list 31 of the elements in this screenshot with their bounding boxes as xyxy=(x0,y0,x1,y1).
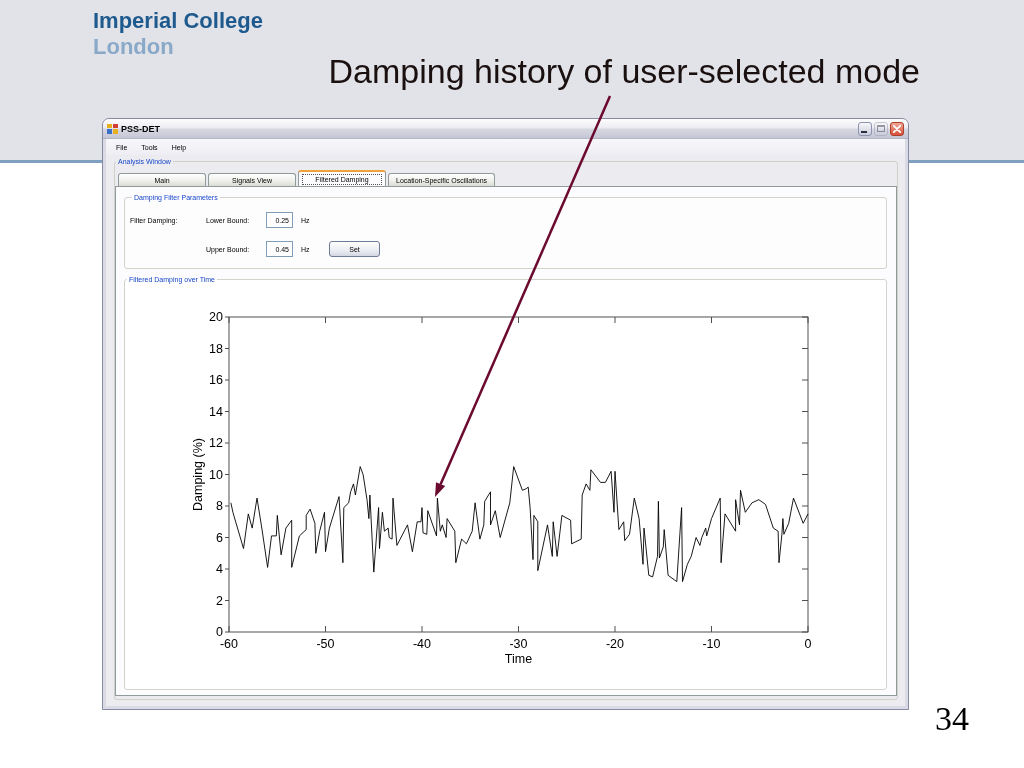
y-tick-label: 0 xyxy=(216,625,223,639)
y-tick-label: 12 xyxy=(209,436,223,450)
y-tick-label: 20 xyxy=(209,310,223,324)
y-tick-label: 16 xyxy=(209,373,223,387)
window-title: PSS-DET xyxy=(121,123,160,134)
app-icon xyxy=(107,123,118,134)
x-tick-label: -20 xyxy=(605,637,625,651)
logo-wordmark: London xyxy=(93,34,174,60)
x-tick-label: -50 xyxy=(316,637,335,651)
y-tick-label: 10 xyxy=(209,467,223,482)
minimize-button[interactable] xyxy=(858,121,872,136)
y-tick-label: 6 xyxy=(216,530,223,545)
y-tick-label: 8 xyxy=(216,499,223,513)
y-axis-title: Damping (%) xyxy=(191,438,205,511)
page-number: 34 xyxy=(935,702,969,736)
close-icon xyxy=(893,124,901,133)
y-tick-label: 18 xyxy=(209,341,223,356)
y-tick-label: 14 xyxy=(209,404,223,419)
slide-title: Damping history of user-selected mode xyxy=(328,52,920,90)
y-tick-label: 4 xyxy=(216,562,223,576)
x-tick-label: -10 xyxy=(702,637,721,651)
x-tick-label: 0 xyxy=(804,637,812,651)
close-button[interactable] xyxy=(890,121,904,136)
x-axis-title: Time xyxy=(504,652,533,666)
maximize-icon xyxy=(877,125,885,132)
x-tick-label: -40 xyxy=(412,637,432,651)
y-tick-label: 2 xyxy=(216,593,223,608)
minimize-icon xyxy=(861,130,867,133)
logo-wordmark: Imperial College xyxy=(93,8,263,34)
x-tick-label: -30 xyxy=(509,637,528,651)
x-tick-label: -60 xyxy=(219,637,239,651)
